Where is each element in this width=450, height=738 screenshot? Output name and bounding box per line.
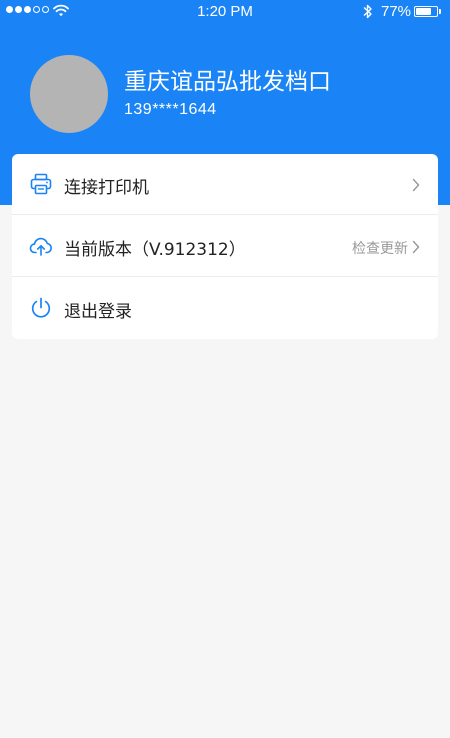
settings-card: 连接打印机 当前版本（V.912312） 检查更新 退出登录: [12, 154, 438, 339]
logout-label: 退出登录: [64, 302, 132, 322]
connect-printer-label: 连接打印机: [64, 178, 149, 198]
divider: [12, 276, 438, 277]
check-update-link[interactable]: 检查更新: [352, 238, 408, 258]
bluetooth-icon: [363, 4, 372, 19]
battery-cap: [439, 9, 441, 14]
logout-item[interactable]: 退出登录: [12, 278, 438, 339]
printer-icon: [30, 173, 52, 195]
phone-number: 139****1644: [124, 101, 217, 118]
battery-percent: 77%: [381, 3, 412, 20]
current-version-label: 当前版本（V.912312）: [64, 240, 246, 260]
chevron-right-icon: [412, 240, 420, 254]
store-name: 重庆谊品弘批发档口: [124, 69, 331, 95]
chevron-right-icon: [412, 178, 420, 192]
status-bar: 1:20 PM 77%: [0, 0, 450, 24]
connect-printer-item[interactable]: 连接打印机: [12, 154, 438, 215]
battery-icon: [414, 6, 438, 17]
divider: [12, 214, 438, 215]
current-version-item[interactable]: 当前版本（V.912312） 检查更新: [12, 216, 438, 277]
battery-level-fill: [416, 8, 431, 15]
power-icon: [31, 297, 51, 318]
avatar[interactable]: [30, 55, 108, 133]
cloud-upload-icon: [29, 237, 52, 256]
